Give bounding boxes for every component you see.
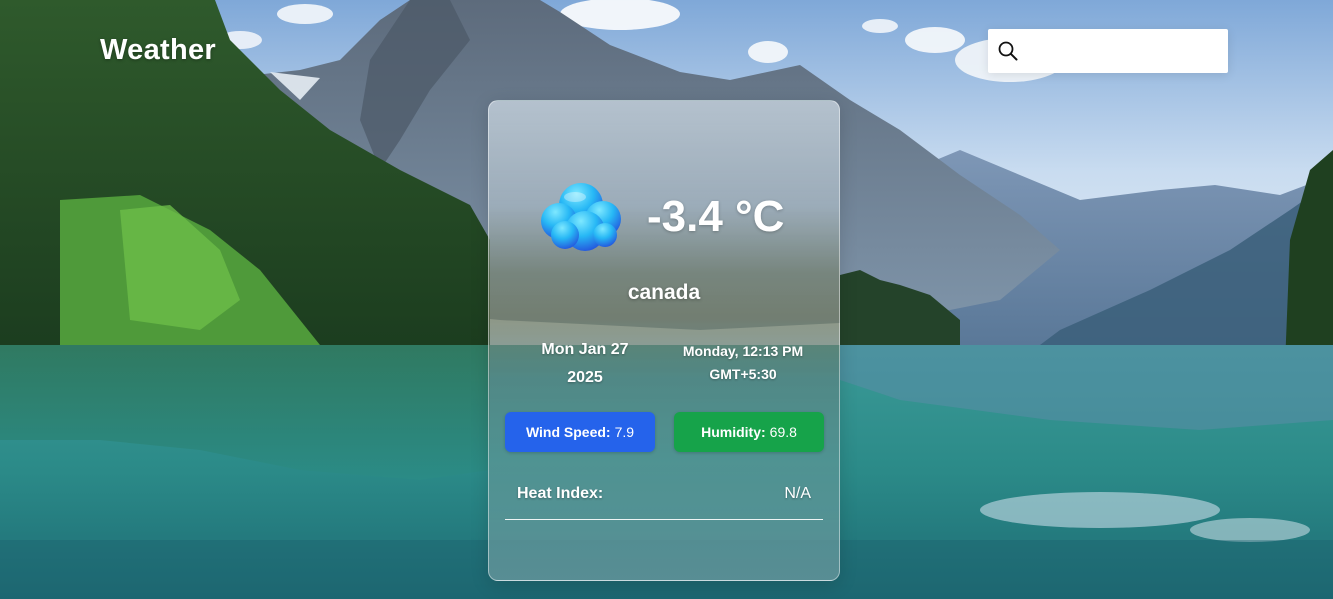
- heat-index-row: Heat Index: N/A: [505, 473, 823, 520]
- weather-app: Weather -3.4 °C canada Mon Jan 27 2025 M…: [0, 0, 1333, 599]
- time-display: Monday, 12:13 PM GMT+5:30: [667, 340, 819, 386]
- humidity-value: 69.8: [769, 424, 797, 440]
- city-name: canada: [627, 281, 701, 304]
- date-display: Mon Jan 27 2025: [525, 336, 645, 392]
- cloud-icon: [535, 179, 629, 255]
- wind-speed-badge: Wind Speed: 7.9: [505, 412, 655, 452]
- wind-speed-value: 7.9: [614, 424, 635, 440]
- heat-index-label: Heat Index:: [517, 485, 604, 502]
- temperature: -3.4 °C: [647, 192, 785, 241]
- timezone: GMT+5:30: [709, 366, 777, 382]
- date-line-1: Mon Jan 27: [541, 341, 629, 358]
- search-icon[interactable]: [997, 39, 1019, 63]
- date-line-2: 2025: [567, 369, 603, 386]
- time-line-1: Monday, 12:13 PM: [682, 343, 804, 359]
- wind-speed-label: Wind Speed:: [525, 424, 611, 440]
- weather-card: -3.4 °C canada Mon Jan 27 2025 Monday, 1…: [488, 100, 840, 581]
- heat-index-value: N/A: [784, 485, 811, 502]
- humidity-badge: Humidity: 69.8: [674, 412, 824, 452]
- app-title: Weather: [100, 34, 216, 66]
- humidity-label: Humidity:: [701, 424, 766, 440]
- search-box[interactable]: [988, 29, 1228, 73]
- search-input[interactable]: [1025, 32, 1228, 70]
